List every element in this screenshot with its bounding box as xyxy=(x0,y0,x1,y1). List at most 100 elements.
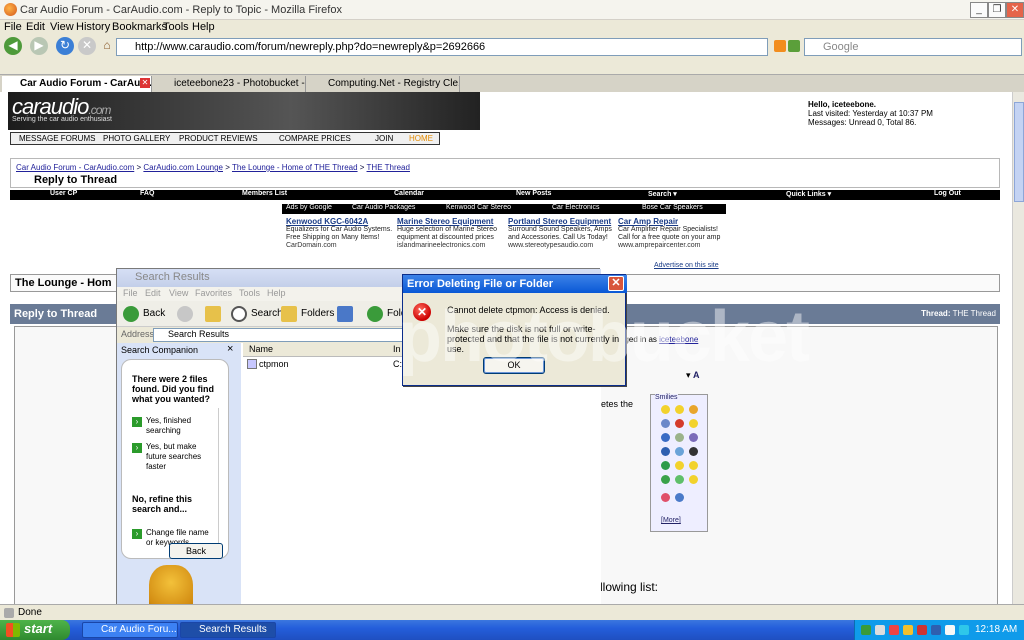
site-logo[interactable]: caraudio.com Serving the car audio enthu… xyxy=(8,92,480,130)
nav-new-posts[interactable]: New Posts xyxy=(516,190,551,197)
back-arrow-icon[interactable]: ◀ xyxy=(4,37,22,55)
ad-block[interactable]: Kenwood KGC-6042A Equalizers for Car Aud… xyxy=(286,218,394,250)
menu-view[interactable]: View xyxy=(169,288,188,298)
ad-link[interactable]: Car Electronics xyxy=(552,204,599,211)
stop-icon[interactable]: ✕ xyxy=(78,37,96,55)
nav-members-list[interactable]: Members List xyxy=(242,190,287,197)
smiley-icon[interactable] xyxy=(661,419,670,428)
menu-help[interactable]: Help xyxy=(267,288,286,298)
crumb-forum[interactable]: Car Audio Forum - CarAudio.com xyxy=(16,163,134,172)
folders-button[interactable]: Folders xyxy=(281,305,334,323)
start-button[interactable]: start xyxy=(0,620,70,640)
ad-link[interactable]: Kenwood Car Stereo xyxy=(446,204,511,211)
volume-icon[interactable] xyxy=(945,625,955,635)
column-name[interactable]: Name xyxy=(249,344,273,354)
ad-block[interactable]: Marine Stereo Equipment Huge selection o… xyxy=(397,218,505,250)
search-input[interactable]: Google xyxy=(804,38,1022,56)
smiley-icon[interactable] xyxy=(661,461,670,470)
nav-calendar[interactable]: Calendar xyxy=(394,190,424,197)
smiley-icon[interactable] xyxy=(689,475,698,484)
tab-photobucket[interactable]: iceteebone23 - Photobucket -... xyxy=(156,76,306,92)
ad-block[interactable]: Car Amp Repair Car Amplifier Repair Spec… xyxy=(618,218,726,250)
smiley-icon[interactable] xyxy=(675,419,684,428)
url-bar[interactable]: http://www.caraudio.com/forum/newreply.p… xyxy=(116,38,768,56)
smiley-icon[interactable] xyxy=(689,447,698,456)
menu-tools[interactable]: Tools xyxy=(239,288,260,298)
menu-favorites[interactable]: Favorites xyxy=(195,288,232,298)
menu-view[interactable]: View xyxy=(50,21,74,33)
nav-product-reviews[interactable]: PRODUCT REVIEWS xyxy=(179,134,258,143)
smiley-icon[interactable] xyxy=(675,493,684,502)
smiley-icon[interactable] xyxy=(661,493,670,502)
views-button[interactable] xyxy=(337,305,357,323)
network-icon[interactable] xyxy=(959,625,969,635)
ads-by-google[interactable]: Ads by Google xyxy=(286,204,332,211)
menu-bookmarks[interactable]: Bookmarks xyxy=(112,21,167,33)
smiley-icon[interactable] xyxy=(689,461,698,470)
smiley-icon[interactable] xyxy=(661,433,670,442)
ad-link[interactable]: Bose Car Speakers xyxy=(642,204,703,211)
page-scrollbar[interactable] xyxy=(1012,92,1024,604)
forward-arrow-icon[interactable]: ▶ xyxy=(30,37,48,55)
tray-icon[interactable] xyxy=(875,625,885,635)
reload-icon[interactable]: ↻ xyxy=(56,37,74,55)
nav-faq[interactable]: FAQ xyxy=(140,190,154,197)
crumb-lounge[interactable]: CarAudio.com Lounge xyxy=(143,163,223,172)
crumb-the-lounge[interactable]: The Lounge - Home of THE Thread xyxy=(232,163,358,172)
tab-close-icon[interactable]: ✕ xyxy=(140,78,150,88)
option-faster[interactable]: › Yes, but make future searches faster xyxy=(132,442,218,472)
smiley-icon[interactable] xyxy=(675,447,684,456)
close-icon[interactable]: × xyxy=(227,343,233,355)
go-icon[interactable] xyxy=(788,40,800,52)
nav-home[interactable]: HOME xyxy=(409,134,433,143)
home-icon[interactable]: ⌂ xyxy=(98,37,116,55)
explorer-back-button[interactable]: Back xyxy=(123,305,165,323)
smiley-icon[interactable] xyxy=(661,447,670,456)
nav-photo-gallery[interactable]: PHOTO GALLERY xyxy=(103,134,170,143)
nav-search[interactable]: Search ▾ xyxy=(648,190,677,198)
tab-computing-net[interactable]: Computing.Net - Registry Cle... xyxy=(310,76,460,92)
nav-join[interactable]: JOIN xyxy=(375,134,393,143)
smiley-icon[interactable] xyxy=(675,433,684,442)
maximize-button[interactable]: ❐ xyxy=(988,2,1006,18)
close-button[interactable]: ✕ xyxy=(1006,2,1024,18)
menu-edit[interactable]: Edit xyxy=(26,21,45,33)
tab-caraudio[interactable]: Car Audio Forum - CarAud... xyxy=(2,76,152,92)
menu-history[interactable]: History xyxy=(76,21,110,33)
smiley-icon[interactable] xyxy=(661,475,670,484)
minimize-button[interactable]: _ xyxy=(970,2,988,18)
tray-icon[interactable] xyxy=(931,625,941,635)
smiley-icon[interactable] xyxy=(675,405,684,414)
option-finished[interactable]: › Yes, finished searching xyxy=(132,416,218,436)
smiley-icon[interactable] xyxy=(689,405,698,414)
companion-scrollbar[interactable] xyxy=(218,408,228,558)
advertise-link[interactable]: Advertise on this site xyxy=(654,262,719,269)
close-icon[interactable]: ✕ xyxy=(608,276,624,291)
more-smilies-link[interactable]: [More] xyxy=(661,517,681,524)
file-row[interactable]: ctpmon xyxy=(247,359,289,369)
smiley-icon[interactable] xyxy=(675,475,684,484)
tray-icon[interactable] xyxy=(861,625,871,635)
menu-file[interactable]: File xyxy=(123,288,138,298)
nav-user-cp[interactable]: User CP xyxy=(50,190,77,197)
explorer-forward-button[interactable] xyxy=(177,305,197,323)
ad-link[interactable]: Car Audio Packages xyxy=(352,204,415,211)
explorer-search-button[interactable]: Search xyxy=(231,305,283,323)
ad-block[interactable]: Portland Stereo Equipment Surround Sound… xyxy=(508,218,616,250)
scrollbar-thumb[interactable] xyxy=(1014,102,1024,202)
nav-log-out[interactable]: Log Out xyxy=(934,190,961,197)
menu-tools[interactable]: Tools xyxy=(163,21,189,33)
tray-icon[interactable] xyxy=(889,625,899,635)
smiley-icon[interactable] xyxy=(675,461,684,470)
menu-help[interactable]: Help xyxy=(192,21,215,33)
crumb-the-thread[interactable]: THE Thread xyxy=(367,163,410,172)
tray-icon[interactable] xyxy=(903,625,913,635)
tray-icon[interactable] xyxy=(917,625,927,635)
menu-file[interactable]: File xyxy=(4,21,22,33)
rss-icon[interactable] xyxy=(774,40,786,52)
menu-edit[interactable]: Edit xyxy=(145,288,161,298)
companion-back-button[interactable]: Back xyxy=(169,543,223,559)
nav-quick-links[interactable]: Quick Links ▾ xyxy=(786,190,831,198)
up-folder-button[interactable] xyxy=(205,305,225,323)
smiley-icon[interactable] xyxy=(661,405,670,414)
